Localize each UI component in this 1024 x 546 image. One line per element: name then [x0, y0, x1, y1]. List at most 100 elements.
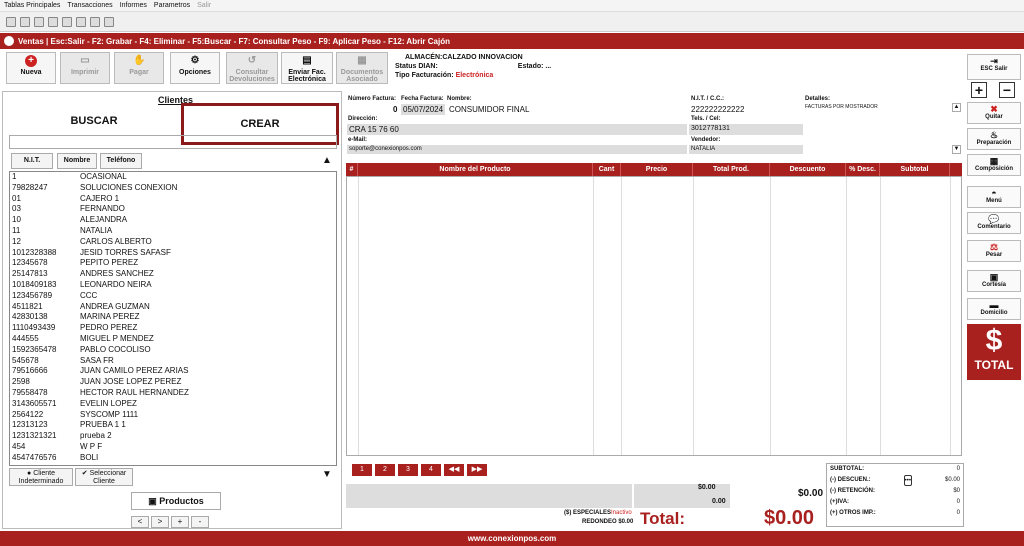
- summary-label: (+)IVA:: [830, 499, 850, 505]
- menu-transacciones[interactable]: Transacciones: [67, 2, 112, 9]
- list-item[interactable]: 454 W P F: [10, 442, 336, 453]
- consultar-devoluciones-button[interactable]: ↺ Consultar Devoluciones: [226, 52, 278, 84]
- email-value[interactable]: soporte@conexionpos.com: [349, 146, 422, 152]
- composicion-button[interactable]: ▦ Composición: [967, 154, 1021, 176]
- direccion-value[interactable]: CRA 15 76 60: [349, 125, 399, 134]
- client-name: W P F: [80, 441, 103, 451]
- list-item[interactable]: 4547476576 BOLI: [10, 453, 336, 464]
- list-item[interactable]: 12313123 PRUEBA 1 1: [10, 420, 336, 431]
- last-page-button[interactable]: ▶▶: [467, 464, 487, 476]
- list-item[interactable]: 1 OCASIONAL: [10, 172, 336, 183]
- esc-salir-button[interactable]: ⇥ ESC Salir: [967, 54, 1021, 80]
- page-2-button[interactable]: 2: [375, 464, 395, 476]
- opciones-button[interactable]: ⚙ Opciones: [170, 52, 220, 84]
- col-nombre-button[interactable]: Nombre: [57, 153, 97, 169]
- details-scroll-up-icon[interactable]: ▲: [952, 103, 961, 112]
- domicilio-button[interactable]: ▬ Domicilio: [967, 298, 1021, 320]
- list-item[interactable]: 444555 MIGUEL P MENDEZ: [10, 334, 336, 345]
- tools-icon[interactable]: [76, 16, 86, 27]
- user-icon[interactable]: [62, 16, 72, 27]
- vendedor-value[interactable]: NATALIA: [691, 146, 715, 152]
- doc-icon[interactable]: [20, 16, 30, 27]
- details-scroll-down-icon[interactable]: ▼: [952, 145, 961, 154]
- telefono-value[interactable]: 3012778131: [691, 125, 730, 132]
- edit-icon[interactable]: [34, 16, 44, 27]
- list-item[interactable]: 2598 JUAN JOSE LOPEZ PEREZ: [10, 377, 336, 388]
- list-item[interactable]: 25147813 ANDRES SANCHEZ: [10, 269, 336, 280]
- total-button[interactable]: $ TOTAL: [967, 324, 1021, 380]
- list-item[interactable]: 11 NATALIA: [10, 226, 336, 237]
- add-button[interactable]: +: [171, 516, 189, 528]
- cliente-indeterminado-button[interactable]: ● Cliente Indeterminado: [9, 468, 73, 486]
- gift-icon: ▣: [989, 272, 999, 282]
- list-item[interactable]: 79828247 SOLUCIONES CONEXION: [10, 183, 336, 194]
- list-item[interactable]: 1592365478 PABLO COCOLISO: [10, 345, 336, 356]
- exit-icon[interactable]: [104, 16, 114, 27]
- list-item[interactable]: 2564122 SYSCOMP 1111: [10, 410, 336, 421]
- list-item[interactable]: 03 FERNANDO: [10, 204, 336, 215]
- list-item[interactable]: 12 CARLOS ALBERTO: [10, 237, 336, 248]
- product-table-body[interactable]: [346, 176, 962, 456]
- documentos-button[interactable]: ▦ Documentos Asociado: [336, 52, 388, 84]
- list-item[interactable]: 52345MARCEL BUELVAS: [10, 464, 336, 465]
- nombre-cliente[interactable]: CONSUMIDOR FINAL: [449, 105, 529, 114]
- client-nit: 10: [12, 215, 21, 225]
- list-item[interactable]: 1012328388 JESID TORRES SAFASF: [10, 248, 336, 259]
- comentario-button[interactable]: 💬 Comentario: [967, 212, 1021, 234]
- list-item[interactable]: 1018409183 LEONARDO NEIRA: [10, 280, 336, 291]
- list-item[interactable]: 1110493439 PEDRO PEREZ: [10, 323, 336, 334]
- menu-button[interactable]: ◓ Menú: [967, 186, 1021, 208]
- menu-tablas[interactable]: Tablas Principales: [4, 2, 60, 9]
- nueva-button[interactable]: + Nueva: [6, 52, 56, 84]
- cortesia-button[interactable]: ▣ Cortesía: [967, 270, 1021, 292]
- page-3-button[interactable]: 3: [398, 464, 418, 476]
- client-nit: 4547476576: [12, 452, 57, 462]
- list-item[interactable]: 1231321321 prueba 2: [10, 431, 336, 442]
- nit-value[interactable]: 222222222222: [691, 105, 744, 114]
- pesar-button[interactable]: ⚖ Pesar: [967, 240, 1021, 262]
- enviar-fac-button[interactable]: ▤ Enviar Fac. Electrónica: [281, 52, 333, 84]
- page-4-button[interactable]: 4: [421, 464, 441, 476]
- prev-button[interactable]: <: [131, 516, 149, 528]
- plus-icon[interactable]: +: [971, 82, 987, 98]
- list-item[interactable]: 79516666 JUAN CAMILO PEREZ ARIAS: [10, 366, 336, 377]
- tipo-value: Electrónica: [455, 72, 494, 79]
- lock-icon[interactable]: [90, 16, 100, 27]
- list-item[interactable]: 42830138 MARINA PEREZ: [10, 312, 336, 323]
- preparacion-button[interactable]: ♨ Preparación: [967, 128, 1021, 150]
- menu-parametros[interactable]: Parametros: [154, 2, 190, 9]
- list-item[interactable]: 545678 SASA FR: [10, 356, 336, 367]
- client-search-input[interactable]: [9, 135, 337, 149]
- info-icon[interactable]: [6, 16, 16, 27]
- list-item[interactable]: 123456789 CCC: [10, 291, 336, 302]
- list-item[interactable]: 12345678 PEPITO PEREZ: [10, 258, 336, 269]
- remove-button[interactable]: -: [191, 516, 209, 528]
- list-item[interactable]: 4511821 ANDREA GUZMAN: [10, 302, 336, 313]
- next-button[interactable]: >: [151, 516, 169, 528]
- fecha-factura[interactable]: 05/07/2024: [403, 105, 443, 114]
- client-list: 1 OCASIONAL 79828247 SOLUCIONES CONEXION 01 C…: [9, 171, 337, 466]
- detalles-value[interactable]: FACTURAS POR MOSTRADOR: [805, 104, 878, 110]
- imprimir-button[interactable]: ▭ Imprimir: [60, 52, 110, 84]
- minus-icon[interactable]: −: [999, 82, 1015, 98]
- more-icon[interactable]: •••: [903, 475, 912, 486]
- col-telefono-button[interactable]: Teléfono: [100, 153, 142, 169]
- scroll-down-icon[interactable]: ▼: [319, 467, 335, 483]
- list-item[interactable]: 01 CAJERO 1: [10, 194, 336, 205]
- return-icon: ↺: [247, 55, 257, 66]
- seleccionar-cliente-button[interactable]: ✔ Seleccionar Cliente: [75, 468, 133, 486]
- scroll-up-icon[interactable]: ▲: [319, 153, 335, 169]
- buscar-tab[interactable]: BUSCAR: [9, 106, 179, 136]
- list-item[interactable]: 79558478 HECTOR RAUL HERNANDEZ: [10, 388, 336, 399]
- list-pager: < > + -: [131, 516, 209, 528]
- col-nit-button[interactable]: N.I.T.: [11, 153, 53, 169]
- quitar-button[interactable]: ✖ Quitar: [967, 102, 1021, 124]
- pagar-button[interactable]: ✋ Pagar: [114, 52, 164, 84]
- first-page-button[interactable]: ◀◀: [444, 464, 464, 476]
- print-icon[interactable]: [48, 16, 58, 27]
- list-item[interactable]: 3143605571 EVELIN LOPEZ: [10, 399, 336, 410]
- list-item[interactable]: 10 ALEJANDRA: [10, 215, 336, 226]
- productos-button[interactable]: ▣ Productos: [131, 492, 221, 510]
- menu-informes[interactable]: Informes: [120, 2, 147, 9]
- page-1-button[interactable]: 1: [352, 464, 372, 476]
